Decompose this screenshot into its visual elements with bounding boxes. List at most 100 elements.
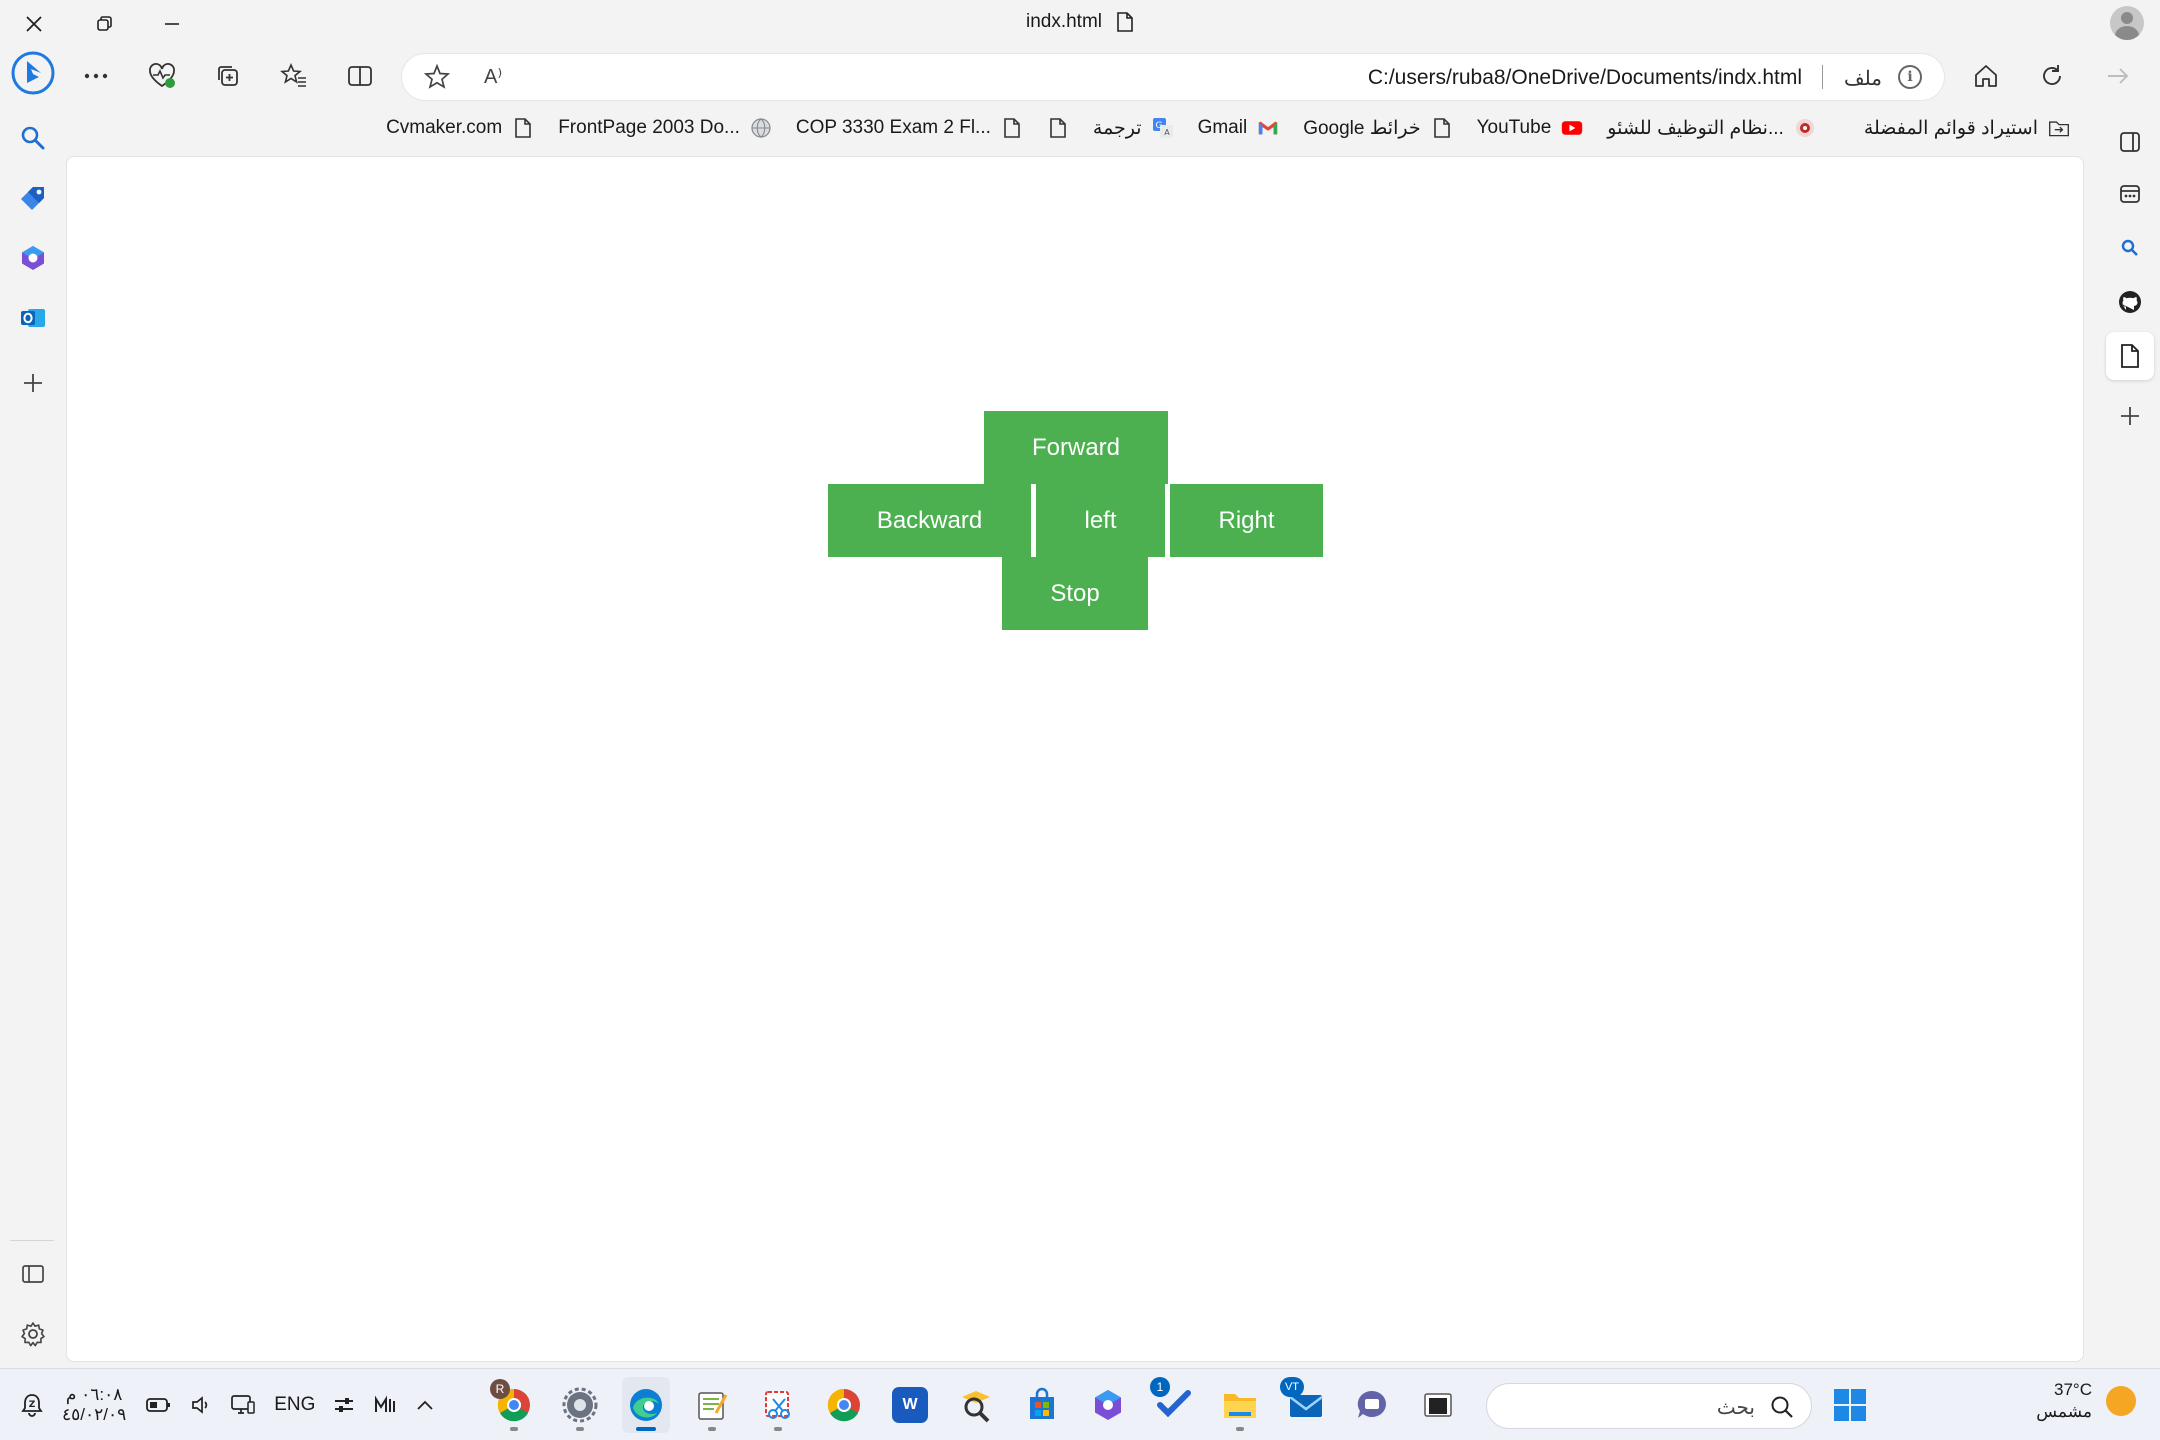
favorite-item[interactable]: نظام التوظيف للشئو... bbox=[1607, 117, 1816, 140]
start-button[interactable] bbox=[1832, 1387, 1868, 1423]
taskbar-chrome[interactable] bbox=[820, 1377, 868, 1433]
home-button[interactable] bbox=[1966, 58, 2006, 94]
taskbar-search[interactable]: بحث bbox=[1486, 1383, 1812, 1429]
meter-app-icon[interactable] bbox=[373, 1395, 397, 1415]
notification-bell-icon[interactable]: Z bbox=[20, 1392, 44, 1418]
bing-copilot-button[interactable] bbox=[10, 50, 56, 96]
sidebar-page-button[interactable] bbox=[2106, 332, 2154, 380]
weather-text: 37°C مشمس bbox=[2036, 1379, 2092, 1423]
weather-desc: مشمس bbox=[2036, 1402, 2092, 1421]
read-aloud-button[interactable]: A⁾ bbox=[484, 64, 502, 89]
forward-nav-button[interactable] bbox=[2098, 58, 2138, 94]
sidebar-divider bbox=[10, 1240, 54, 1241]
taskbar-app-tool[interactable] bbox=[952, 1377, 1000, 1433]
right-sidebar bbox=[2100, 110, 2160, 1366]
favorite-item[interactable]: COP 3330 Exam 2 Fl... bbox=[796, 117, 1023, 139]
ellipsis-icon bbox=[84, 73, 108, 79]
weather-widget[interactable]: 37°C مشمس bbox=[2036, 1379, 2136, 1423]
url-text[interactable]: C:/users/ruba8/OneDrive/Documents/indx.h… bbox=[1368, 66, 1802, 90]
favorite-item[interactable]: Gmail bbox=[1198, 117, 1280, 139]
battery-icon[interactable] bbox=[144, 1395, 172, 1415]
pinned-apps: R W 1 VT bbox=[490, 1369, 1462, 1440]
more-options-button[interactable] bbox=[76, 58, 116, 94]
clock-time: ٠٦:٠٨ م bbox=[65, 1385, 123, 1404]
taskbar-file-explorer[interactable] bbox=[1216, 1377, 1264, 1433]
page-icon bbox=[1431, 117, 1453, 139]
favorite-item[interactable]: YouTube bbox=[1477, 117, 1584, 139]
window-app-icon bbox=[1424, 1393, 1452, 1417]
collections-button[interactable] bbox=[208, 58, 248, 94]
window-title-text: indx.html bbox=[1025, 11, 1103, 32]
sidebar-shopping-button[interactable] bbox=[14, 179, 52, 217]
sidebar-apps-button[interactable] bbox=[2110, 174, 2150, 214]
add-favorite-button[interactable] bbox=[423, 63, 451, 95]
taskbar-m365[interactable] bbox=[1084, 1377, 1132, 1433]
sidebar-panel-button[interactable] bbox=[2110, 122, 2150, 162]
browser-toolbar: A⁾ C:/users/ruba8/OneDrive/Documents/ind… bbox=[0, 50, 2160, 102]
clock[interactable]: ٠٦:٠٨ م ٤٥/٠٢/٠٩ bbox=[62, 1385, 126, 1425]
edge-icon bbox=[630, 1389, 662, 1421]
hide-sidebar-button[interactable] bbox=[14, 1255, 52, 1293]
sidebar-add-button[interactable] bbox=[14, 364, 52, 402]
forward-button[interactable]: Forward bbox=[984, 411, 1168, 484]
chevron-up-icon[interactable] bbox=[415, 1398, 435, 1412]
favorites-bar: استيراد قوائم المفضلة نظام التوظيف للشئو.… bbox=[386, 108, 2070, 148]
import-folder-icon bbox=[2048, 117, 2070, 139]
m365-icon bbox=[1095, 1390, 1121, 1420]
favorite-item[interactable]: استيراد قوائم المفضلة bbox=[1864, 117, 2070, 140]
left-sidebar bbox=[0, 110, 66, 1366]
taskbar-settings[interactable] bbox=[556, 1377, 604, 1433]
split-screen-button[interactable] bbox=[340, 58, 380, 94]
site-info-icon[interactable]: i bbox=[1898, 65, 1922, 89]
taskbar-word[interactable]: W bbox=[886, 1377, 934, 1433]
favorite-item[interactable]: FrontPage 2003 Do... bbox=[558, 117, 772, 139]
sliders-icon[interactable] bbox=[333, 1395, 355, 1415]
star-icon bbox=[423, 63, 451, 89]
language-indicator[interactable]: ENG bbox=[274, 1394, 315, 1416]
sidebar-search-site-button[interactable] bbox=[2110, 228, 2150, 268]
plus-icon bbox=[24, 374, 42, 392]
taskbar-chrome-profile[interactable]: R bbox=[490, 1377, 538, 1433]
store-icon bbox=[1030, 1387, 1054, 1419]
volume-icon[interactable] bbox=[190, 1394, 212, 1416]
taskbar-terminal[interactable] bbox=[1414, 1377, 1462, 1433]
taskbar-edge[interactable] bbox=[622, 1377, 670, 1433]
settings-button[interactable] bbox=[14, 1315, 52, 1353]
favorite-label: Cvmaker.com bbox=[386, 117, 503, 138]
favorite-item[interactable]: G A ترجمة bbox=[1093, 117, 1174, 140]
taskbar-snipping-tool[interactable] bbox=[754, 1377, 802, 1433]
right-button[interactable]: Right bbox=[1170, 484, 1323, 557]
favorite-item[interactable]: Google خرائط bbox=[1303, 117, 1452, 140]
search-placeholder: بحث bbox=[1716, 1397, 1755, 1419]
window-title: indx.html bbox=[0, 11, 2160, 33]
system-tray: Z ٠٦:٠٨ م ٤٥/٠٢/٠٩ ENG bbox=[20, 1369, 435, 1440]
network-display-icon[interactable] bbox=[230, 1393, 256, 1417]
taskbar-chat[interactable] bbox=[1348, 1377, 1396, 1433]
stop-button[interactable]: Stop bbox=[1002, 557, 1148, 630]
taskbar-mail[interactable]: VT bbox=[1280, 1377, 1330, 1433]
backward-button[interactable]: Backward bbox=[828, 484, 1031, 557]
taskbar-notepad-plus[interactable] bbox=[688, 1377, 736, 1433]
svg-text:G: G bbox=[1155, 121, 1162, 131]
browser-essentials-button[interactable] bbox=[142, 58, 182, 94]
page-icon bbox=[1117, 12, 1133, 32]
address-bar[interactable]: A⁾ C:/users/ruba8/OneDrive/Documents/ind… bbox=[402, 54, 1944, 100]
favorites-button[interactable] bbox=[274, 58, 314, 94]
taskbar-todo[interactable]: 1 bbox=[1150, 1377, 1198, 1433]
refresh-button[interactable] bbox=[2032, 58, 2072, 94]
sidebar-copilot-button[interactable] bbox=[14, 239, 52, 277]
favorite-item[interactable]: Cvmaker.com bbox=[386, 117, 534, 139]
sidebar-search-button[interactable] bbox=[14, 119, 52, 157]
taskbar-microsoft-store[interactable] bbox=[1018, 1377, 1066, 1433]
gmail-icon bbox=[1257, 117, 1279, 139]
favorite-item[interactable] bbox=[1047, 117, 1069, 139]
file-scheme-label: ملف bbox=[1843, 68, 1882, 90]
sidebar-github-button[interactable] bbox=[2110, 282, 2150, 322]
sidebar-add-app-button[interactable] bbox=[2110, 396, 2150, 436]
app-window-icon bbox=[2120, 185, 2140, 203]
mail-badge: VT bbox=[1280, 1377, 1304, 1397]
profile-avatar[interactable] bbox=[2110, 6, 2144, 40]
left-button[interactable]: left bbox=[1036, 484, 1165, 557]
sidebar-outlook-button[interactable] bbox=[14, 299, 52, 337]
favorite-label: ترجمة bbox=[1092, 117, 1142, 139]
